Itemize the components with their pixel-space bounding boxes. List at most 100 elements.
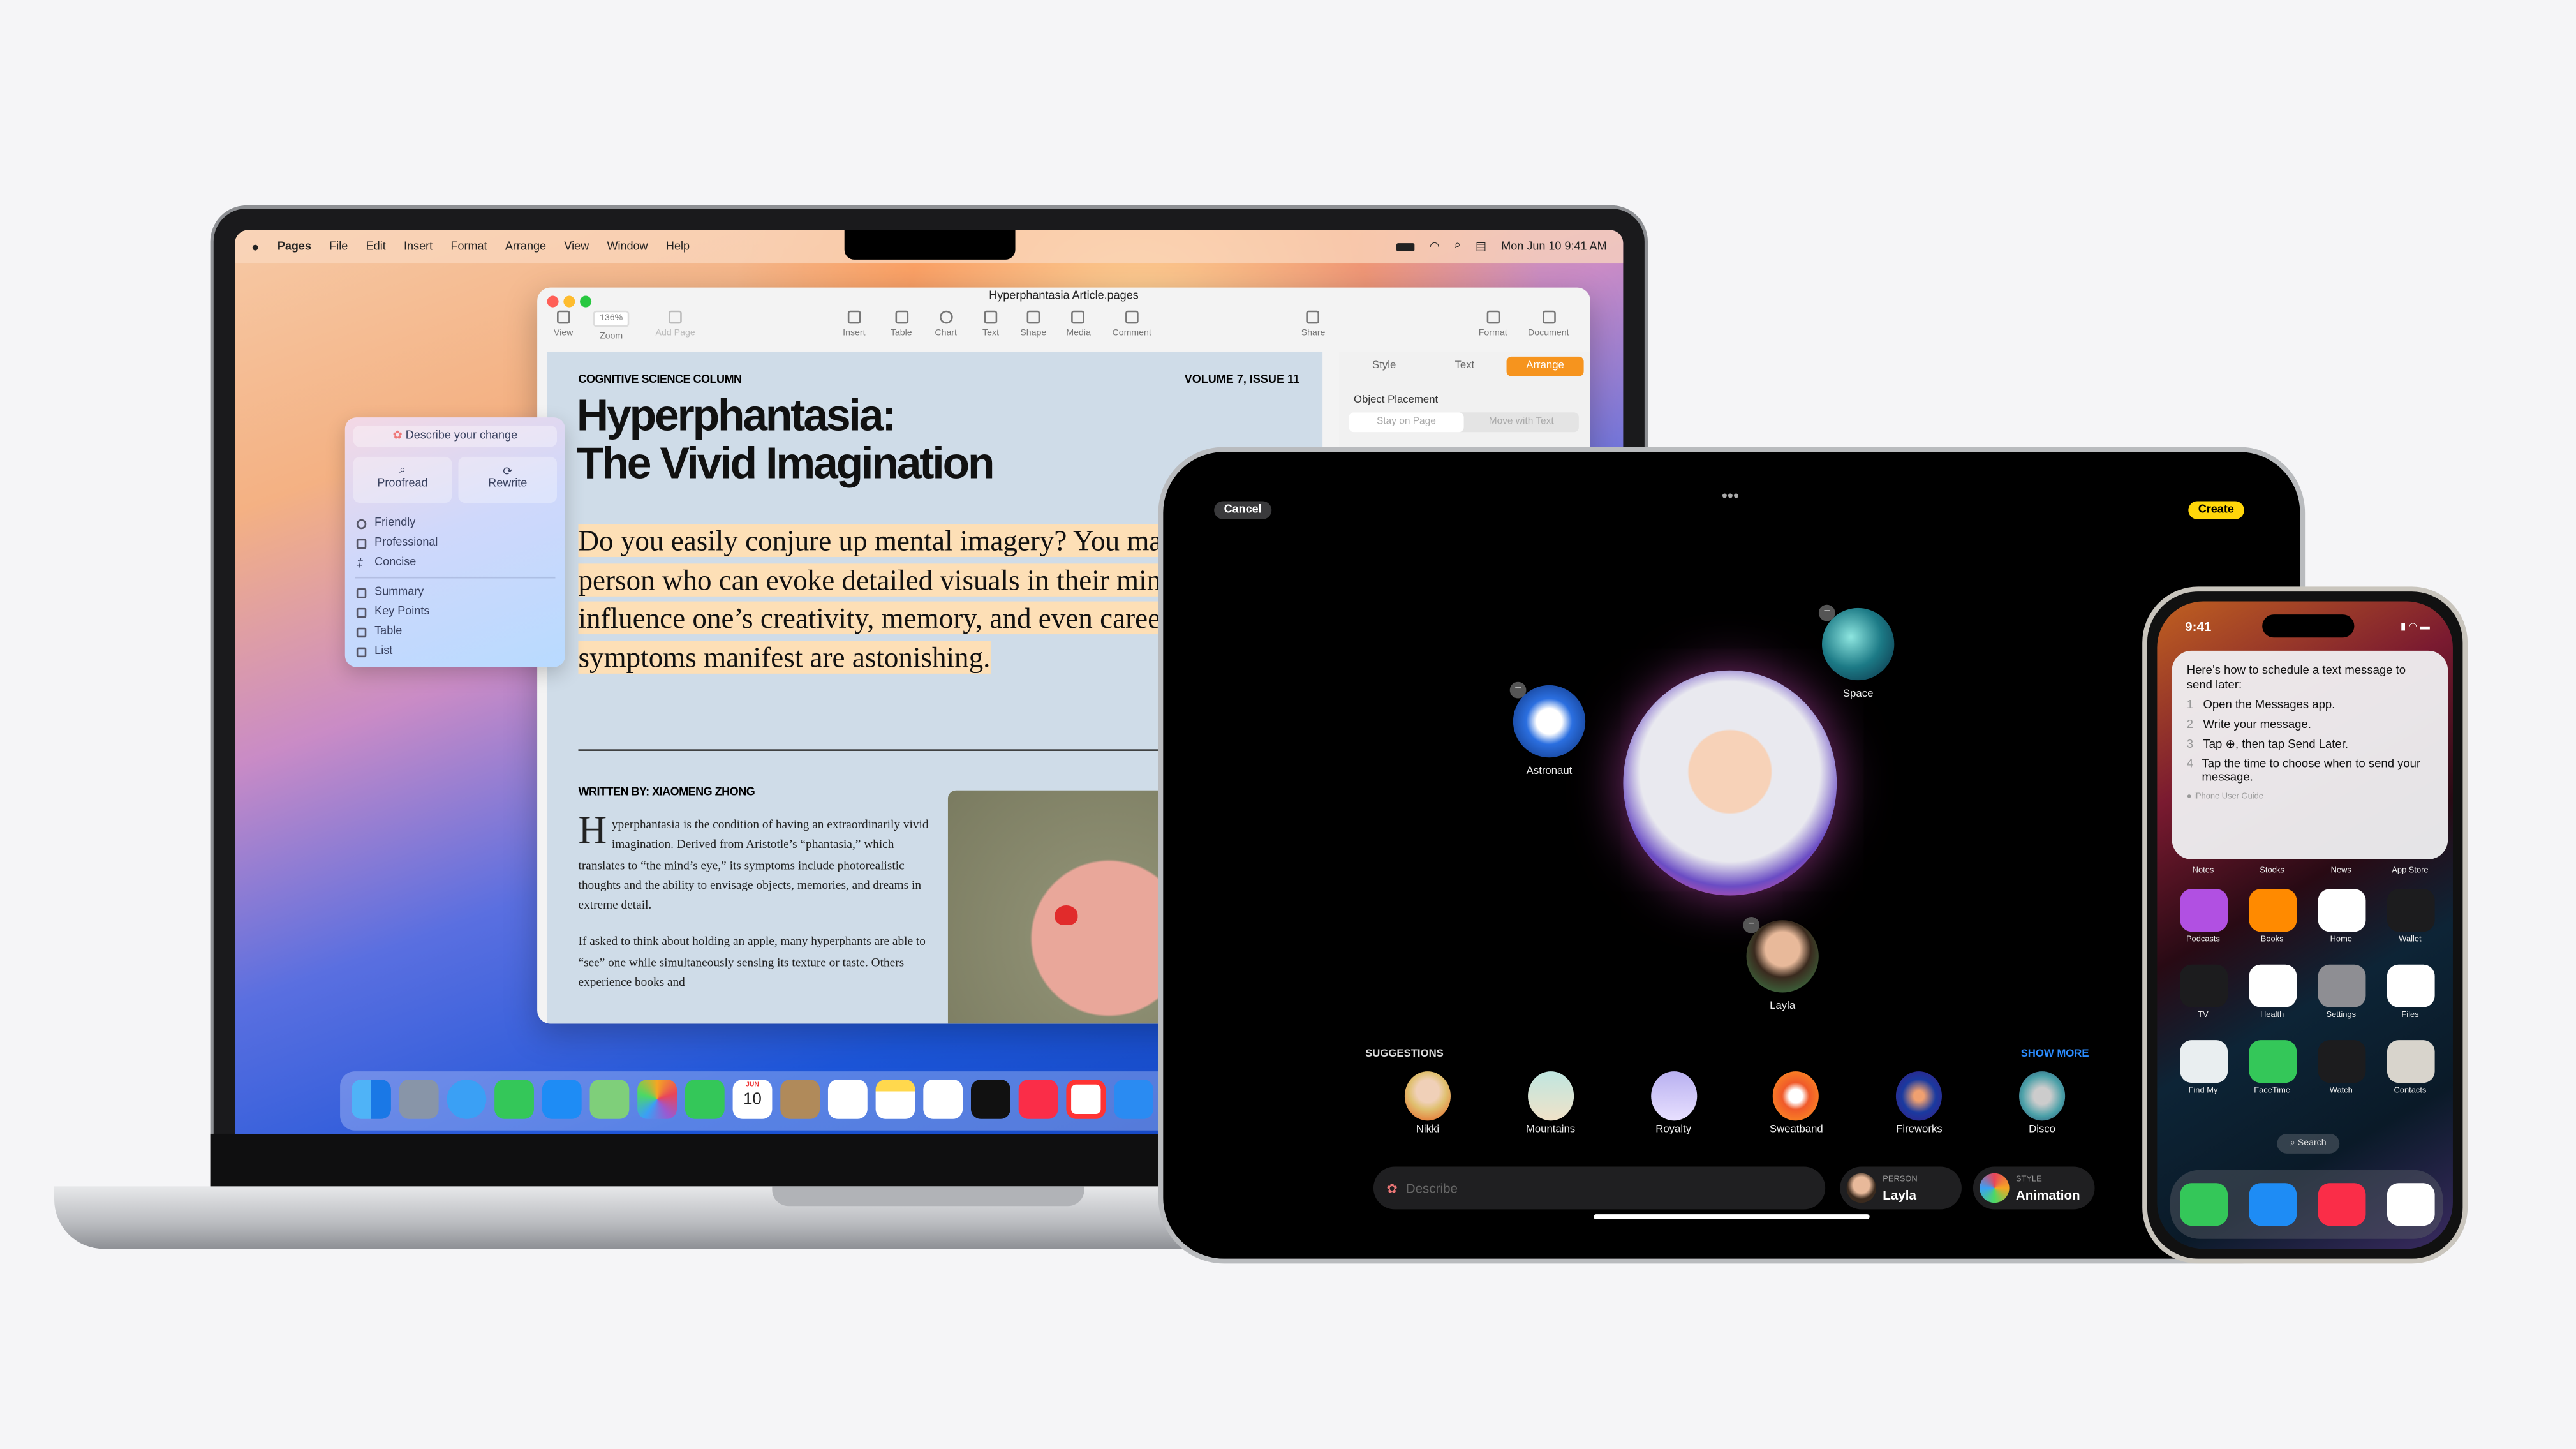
cancel-button[interactable]: Cancel [1214,501,1272,519]
document-button[interactable]: Document [1528,310,1569,339]
suggestion-royalty[interactable] [1650,1071,1697,1121]
home-app-icon[interactable] [2317,889,2365,932]
dock-keynote-icon[interactable] [1114,1079,1153,1119]
suggestion-fireworks[interactable] [1896,1071,1943,1121]
menu-arrange[interactable]: Arrange [505,241,546,252]
facetime-app-icon[interactable] [2248,1040,2296,1083]
home-indicator[interactable] [1594,1214,1870,1219]
wifi-icon[interactable]: ◠ [1430,240,1440,253]
search-pill[interactable]: ⌕ Search [2277,1133,2340,1154]
spotlight-icon[interactable]: ⌕ [1455,240,1461,253]
wallet-app-icon[interactable] [2386,889,2434,932]
music-dock-icon[interactable] [2317,1183,2365,1226]
more-icon[interactable]: ••• [1722,488,1739,506]
media-button[interactable]: Media [1066,310,1091,339]
create-button[interactable]: Create [2188,501,2244,519]
control-center-icon[interactable]: ▤ [1476,240,1486,253]
key-points-option[interactable]: Key Points [356,606,429,618]
dock-calendar-icon[interactable]: JUN 10 [732,1079,773,1119]
table-option[interactable]: Table [356,626,402,637]
dock-freeform-icon[interactable] [923,1079,963,1119]
rewrite-button[interactable]: ⟳ Rewrite [458,456,558,503]
dock-messages-icon[interactable] [494,1079,534,1119]
health-app-icon[interactable] [2248,964,2296,1007]
menu-window[interactable]: Window [607,241,648,252]
app-label[interactable]: News [2308,866,2374,875]
summary-option[interactable]: Summary [356,586,424,598]
proofread-button[interactable]: ⌕ Proofread [353,456,452,503]
watch-app-icon[interactable] [2317,1040,2365,1083]
share-button[interactable]: Share [1301,310,1325,339]
dock-launchpad-icon[interactable] [399,1079,439,1119]
podcasts-app-icon[interactable] [2179,889,2227,932]
dock-tv-icon[interactable] [971,1079,1010,1119]
dock-facetime-icon[interactable] [685,1079,725,1119]
layla-bubble[interactable] [1746,920,1819,993]
stay-on-page-option[interactable]: Stay on Page [1349,412,1464,433]
battery-icon[interactable] [1396,242,1415,251]
comment-button[interactable]: Comment [1112,310,1151,339]
remove-astronaut-icon[interactable]: − [1509,681,1527,699]
files-app-icon[interactable] [2386,964,2434,1007]
show-more-link[interactable]: SHOW MORE [2021,1048,2089,1060]
chart-button[interactable]: Chart [935,310,957,339]
menu-clock[interactable]: Mon Jun 10 9:41 AM [1501,241,1606,252]
dock-mail-icon[interactable] [542,1079,582,1119]
app-label[interactable]: App Store [2377,866,2443,875]
shape-button[interactable]: Shape [1020,310,1046,339]
menu-format[interactable]: Format [450,241,487,252]
remove-layla-icon[interactable]: − [1743,917,1760,933]
person-chip[interactable]: PERSON Layla [1840,1166,1962,1210]
list-option[interactable]: List [356,646,392,657]
dock-contacts-icon[interactable] [780,1079,820,1119]
tab-style[interactable]: Style [1345,357,1423,376]
app-label[interactable]: Notes [2170,866,2236,875]
table-button[interactable]: Table [891,310,912,339]
menu-file[interactable]: File [329,241,348,252]
tab-text[interactable]: Text [1426,357,1503,376]
format-button[interactable]: Format [1479,310,1507,339]
dock-maps-icon[interactable] [589,1079,630,1119]
phone-dock-icon[interactable] [2179,1183,2227,1226]
style-chip[interactable]: STYLE Animation [1973,1166,2095,1210]
suggestion-disco[interactable] [2019,1071,2066,1121]
insert-button[interactable]: Insert [843,310,866,339]
suggestion-nikki[interactable] [1404,1071,1451,1121]
find-my-app-icon[interactable] [2179,1040,2227,1083]
books-app-icon[interactable] [2248,889,2296,932]
friendly-option[interactable]: Friendly [356,517,415,529]
dock-news-icon[interactable] [1066,1079,1106,1119]
suggestion-sweatband[interactable] [1773,1071,1819,1121]
describe-input[interactable]: ✿ Describe [1373,1166,1826,1210]
space-bubble[interactable] [1822,607,1895,681]
view-button[interactable]: View [554,310,573,339]
dock-finder-icon[interactable] [352,1079,391,1119]
menu-insert[interactable]: Insert [404,241,433,252]
menu-edit[interactable]: Edit [366,241,386,252]
apple-menu-icon[interactable]: ● [251,239,259,254]
add-page-button[interactable]: Add Page [656,310,695,339]
menu-app-name[interactable]: Pages [278,241,311,252]
contacts-app-icon[interactable] [2386,1040,2434,1083]
tab-arrange[interactable]: Arrange [1506,356,1584,376]
remove-space-icon[interactable]: − [1818,604,1835,621]
menu-view[interactable]: View [564,241,589,252]
menu-help[interactable]: Help [666,241,690,252]
zoom-dropdown[interactable]: 136% Zoom [593,310,630,342]
move-with-text-option[interactable]: Move with Text [1464,412,1579,432]
professional-option[interactable]: Professional [356,537,438,549]
dock-photos-icon[interactable] [637,1079,677,1119]
dock-reminders-icon[interactable] [827,1079,868,1119]
app-label[interactable]: Stocks [2239,866,2305,875]
astronaut-bubble[interactable] [1513,685,1586,758]
safari-dock-icon[interactable] [2386,1183,2434,1226]
text-button[interactable]: Text [982,310,999,339]
describe-change-input[interactable]: ✿ Describe your change [353,426,558,447]
generated-image-astronaut-portrait[interactable] [1623,670,1837,896]
mail-dock-icon[interactable] [2248,1183,2296,1226]
suggestion-mountains[interactable] [1527,1071,1574,1121]
settings-app-icon[interactable] [2317,964,2365,1007]
dock-notes-icon[interactable] [875,1079,915,1119]
siri-source[interactable]: ● iPhone User Guide [2187,789,2433,803]
tv-app-icon[interactable] [2179,964,2227,1007]
